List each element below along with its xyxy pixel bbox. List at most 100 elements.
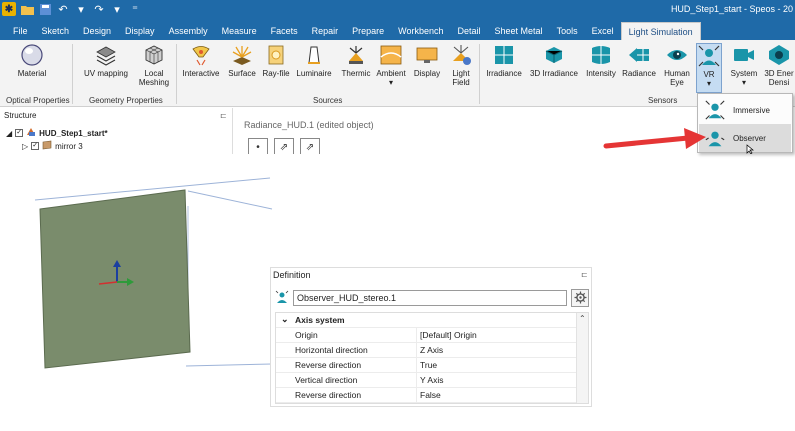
ambient-source-icon	[379, 43, 403, 67]
light-field-label-1: Light	[452, 69, 470, 78]
tab-repair[interactable]: Repair	[305, 22, 346, 40]
tab-measure[interactable]: Measure	[215, 22, 264, 40]
app-logo-icon[interactable]: ✱	[2, 2, 16, 16]
redo-dropdown-icon[interactable]: ▾	[110, 2, 124, 16]
property-value[interactable]: Z Axis	[420, 345, 443, 355]
material-button[interactable]: Material	[10, 43, 54, 93]
group-label-sensors: Sensors	[648, 96, 678, 105]
local-meshing-label-1: Local	[144, 69, 164, 78]
section-axis-system[interactable]: ⌄ Axis system	[276, 313, 576, 328]
local-meshing-button[interactable]: Local Meshing	[134, 43, 174, 93]
definition-panel: Definition ⊏ Observer_HUD_stereo.1 ⌄ Axi…	[270, 267, 592, 407]
mesh-cube-icon	[142, 43, 166, 67]
energy-density-sensor-button[interactable]: 3D Ener Densi	[763, 43, 795, 93]
light-field-label-2: Field	[452, 78, 470, 87]
human-eye-label-1: Human	[664, 69, 690, 78]
intensity-sensor-button[interactable]: Intensity	[583, 43, 619, 93]
ambient-source-button[interactable]: Ambient ▾	[375, 43, 407, 93]
scroll-up-icon[interactable]: ⌃	[579, 314, 586, 323]
menu-item-immersive[interactable]: Immersive	[699, 96, 791, 124]
ray-file-source-button[interactable]: Ray-file	[260, 43, 292, 93]
property-row[interactable]: Vertical direction Y Axis	[276, 373, 576, 388]
options-button[interactable]	[571, 289, 589, 307]
tab-prepare[interactable]: Prepare	[345, 22, 391, 40]
tab-sheet-metal[interactable]: Sheet Metal	[488, 22, 550, 40]
tree-item-root[interactable]: ◢ ✓ HUD_Step1_start*	[6, 127, 108, 139]
ambient-label: Ambient	[376, 69, 406, 78]
irradiance-label: Irradiance	[486, 69, 522, 78]
tree-item-root-label: HUD_Step1_start*	[39, 128, 108, 138]
tab-assembly[interactable]: Assembly	[162, 22, 215, 40]
undo-icon[interactable]: ↶	[56, 2, 70, 16]
immersive-icon	[703, 98, 727, 122]
property-value[interactable]: False	[420, 390, 441, 400]
arrow-up-right-icon: ⇗	[305, 141, 315, 153]
radiance-sensor-button[interactable]: Radiance	[620, 43, 658, 93]
property-row[interactable]: Origin [Default] Origin	[276, 328, 576, 343]
display-source-button[interactable]: Display	[410, 43, 444, 93]
irradiance-sensor-button[interactable]: Irradiance	[482, 43, 526, 93]
observer-name-input[interactable]: Observer_HUD_stereo.1	[293, 290, 567, 306]
window-title: HUD_Step1_start - Speos - 20	[670, 4, 793, 14]
open-folder-icon[interactable]	[20, 2, 34, 16]
light-field-source-button[interactable]: Light Field	[446, 43, 476, 93]
camera-system-icon	[732, 43, 756, 67]
tab-facets[interactable]: Facets	[264, 22, 305, 40]
property-row[interactable]: Reverse direction True	[276, 358, 576, 373]
tab-file[interactable]: File	[6, 22, 35, 40]
customize-qat-icon[interactable]: ⁼	[128, 2, 142, 16]
thermic-source-icon	[344, 43, 368, 67]
tab-excel[interactable]: Excel	[585, 22, 621, 40]
column-divider	[416, 373, 417, 388]
thermic-source-button[interactable]: Thermic	[337, 43, 375, 93]
material-sphere-icon	[20, 43, 44, 67]
vr-sensor-button[interactable]: VR ▾	[696, 43, 722, 93]
human-eye-label-2: Eye	[670, 78, 684, 87]
visibility-checkbox[interactable]: ✓	[31, 142, 40, 150]
menu-item-observer[interactable]: Observer	[699, 124, 791, 152]
tab-display[interactable]: Display	[118, 22, 162, 40]
uv-mapping-button[interactable]: UV mapping	[80, 43, 132, 93]
luminaire-source-button[interactable]: Luminaire	[292, 43, 336, 93]
chevron-down-icon[interactable]: ⌄	[281, 314, 289, 325]
surface-source-button[interactable]: Surface	[225, 43, 259, 93]
redo-icon[interactable]: ↷	[92, 2, 106, 16]
uv-mapping-icon	[94, 43, 118, 67]
radiance-sensor-icon	[627, 43, 651, 67]
pin-icon[interactable]: ⊏	[220, 111, 227, 120]
property-value[interactable]: True	[420, 360, 437, 370]
undo-dropdown-icon[interactable]: ▾	[74, 2, 88, 16]
tab-detail[interactable]: Detail	[451, 22, 488, 40]
system-label: System	[730, 69, 758, 78]
interactive-source-button[interactable]: Interactive	[179, 43, 223, 93]
structure-title: Structure	[4, 111, 37, 120]
collapse-icon[interactable]: ◢	[6, 129, 12, 138]
property-key: Origin	[295, 330, 318, 340]
irradiance-3d-sensor-button[interactable]: 3D Irradiance	[526, 43, 582, 93]
tab-light-simulation[interactable]: Light Simulation	[620, 22, 701, 40]
save-icon[interactable]	[38, 2, 52, 16]
pin-icon[interactable]: ⊏	[581, 270, 588, 279]
ray-file-source-icon	[264, 43, 288, 67]
properties-scrollbar[interactable]: ⌃	[576, 313, 588, 403]
structure-panel: Structure ⊏ ◢ ✓ HUD_Step1_start* ▷ ✓ mir…	[0, 108, 233, 154]
property-row[interactable]: Reverse direction False	[276, 388, 576, 403]
display-label: Display	[413, 69, 441, 78]
property-value[interactable]: [Default] Origin	[420, 330, 477, 340]
property-value[interactable]: Y Axis	[420, 375, 443, 385]
tab-workbench[interactable]: Workbench	[391, 22, 450, 40]
visibility-checkbox[interactable]: ✓	[15, 129, 24, 137]
property-row[interactable]: Horizontal direction Z Axis	[276, 343, 576, 358]
tree-item-mirror[interactable]: ▷ ✓ mirror 3	[22, 140, 83, 152]
tab-sketch[interactable]: Sketch	[35, 22, 77, 40]
human-eye-sensor-button[interactable]: Human Eye	[660, 43, 694, 93]
radiance-label: Radiance	[622, 69, 656, 78]
system-sensor-button[interactable]: System ▾	[726, 43, 762, 93]
expand-icon[interactable]: ▷	[22, 142, 28, 151]
mirror-body-icon	[42, 140, 52, 152]
material-label: Material	[17, 69, 47, 78]
ribbon: Material UV mapping Local Meshing Intera…	[0, 40, 795, 107]
tab-tools[interactable]: Tools	[550, 22, 585, 40]
vr-observer-icon	[697, 44, 721, 68]
tab-design[interactable]: Design	[76, 22, 118, 40]
